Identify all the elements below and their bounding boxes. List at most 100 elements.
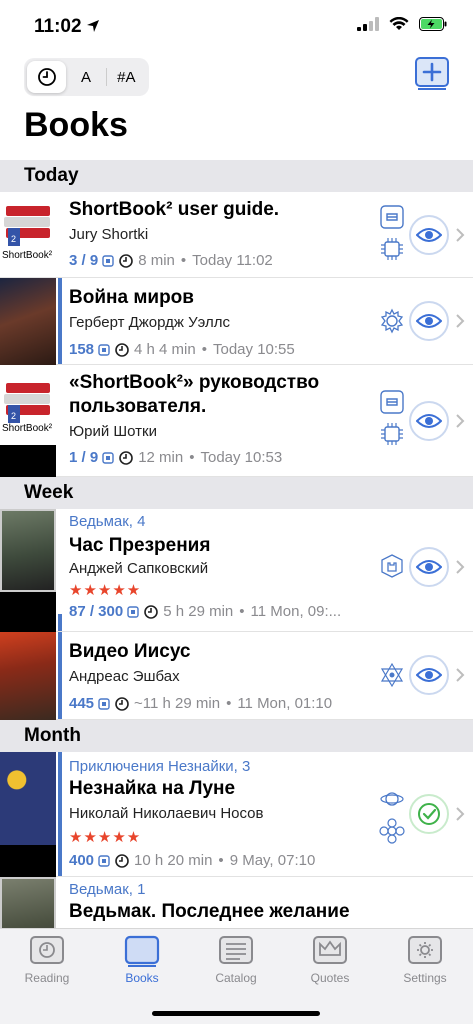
- book-type-icons: [379, 786, 405, 844]
- book-meta: 1 / 9 12 min • Today 10:53: [69, 449, 283, 466]
- book-info: Война миров Герберт Джордж Уэллс 158 4 h…: [69, 286, 403, 358]
- eye-icon: [416, 314, 442, 328]
- book-type-icons: [379, 308, 405, 334]
- book-info: Приключения Незнайки, 3 Незнайка на Луне…: [69, 758, 403, 869]
- reading-tab-icon: [30, 936, 64, 964]
- add-book-button[interactable]: [415, 56, 449, 92]
- page-count: 1 / 9: [69, 449, 99, 466]
- book-cover-shortbook: 2: [0, 375, 56, 447]
- book-cover-war-of-worlds: [0, 278, 56, 365]
- book-meta: 158 4 h 4 min • Today 10:55: [69, 341, 295, 358]
- book-row[interactable]: Приключения Незнайки, 3 Незнайка на Луне…: [0, 752, 473, 877]
- fist-icon: [380, 390, 404, 414]
- cover-caption: ShortBook²: [2, 423, 53, 434]
- book-info: Видео Иисус Андреас Эшбах 445 ~11 h 29 m…: [69, 640, 403, 712]
- page-title: Books: [24, 106, 128, 144]
- cover-bottom: [0, 845, 56, 877]
- last-read-date: 11 Mon, 09:...: [250, 603, 342, 620]
- sort-count-button[interactable]: #A: [107, 61, 146, 93]
- tab-catalog[interactable]: Catalog: [204, 935, 268, 985]
- book-series: Ведьмак, 4: [69, 513, 146, 530]
- books-list[interactable]: Today 2 ShortBook² ShortBook² user guide…: [0, 160, 473, 957]
- timer-icon: [115, 696, 129, 711]
- status-indicators: [357, 17, 447, 31]
- book-meta: 3 / 9 8 min • Today 11:02: [69, 252, 273, 269]
- book-rating: ★★★★★: [69, 829, 142, 846]
- tab-label: Reading: [24, 971, 70, 985]
- star-of-david-eye-icon: [380, 662, 404, 688]
- timer-icon: [119, 253, 133, 268]
- tab-quotes[interactable]: Quotes: [298, 935, 362, 985]
- reading-duration: 5 h 29 min: [163, 603, 234, 620]
- book-row[interactable]: Видео Иисус Андреас Эшбах 445 ~11 h 29 m…: [0, 632, 473, 720]
- book-info: Ведьмак, 1 Ведьмак. Последнее желание: [69, 881, 403, 924]
- book-type-icons: [379, 662, 405, 688]
- page-count: 400: [69, 852, 95, 869]
- status-bar: 11:02: [0, 0, 473, 52]
- reading-status-button[interactable]: [409, 547, 449, 587]
- book-title: «ShortBook²» руководство пользователя.: [69, 372, 320, 417]
- wifi-icon: [389, 17, 409, 30]
- book-row[interactable]: Ведьмак, 4 Час Презрения Анджей Сапковск…: [0, 509, 473, 632]
- book-author: Андреас Эшбах: [69, 668, 180, 685]
- book-title: Война миров: [69, 287, 194, 308]
- book-title: Видео Иисус: [69, 641, 191, 662]
- reading-duration: 12 min: [138, 449, 184, 466]
- finished-status-button[interactable]: [409, 794, 449, 834]
- read-progress-strip: [58, 614, 62, 631]
- book-row[interactable]: 2 ShortBook² «ShortBook²» руководство по…: [0, 365, 473, 477]
- books-tab-icon: [124, 935, 160, 967]
- book-series: Приключения Незнайки, 3: [69, 758, 251, 775]
- cover-bottom: [0, 445, 56, 477]
- section-header-week: Week: [0, 477, 473, 509]
- book-series: Ведьмак, 1: [69, 881, 146, 898]
- book-type-icons: [379, 389, 405, 447]
- svg-text:2: 2: [11, 234, 16, 244]
- tab-reading[interactable]: Reading: [15, 935, 79, 985]
- last-read-date: Today 10:55: [213, 341, 295, 358]
- sort-by-time-button[interactable]: [27, 61, 67, 93]
- book-meta: 400 10 h 20 min • 9 May, 07:10: [69, 852, 316, 869]
- book-title: Ведьмак. Последнее желание: [69, 901, 350, 922]
- sort-alphabet-button[interactable]: A: [66, 61, 105, 93]
- chevron-right-icon: [456, 807, 465, 821]
- book-rating: ★★★★★: [69, 582, 142, 599]
- tab-settings[interactable]: Settings: [393, 935, 457, 985]
- status-time: 11:02: [34, 16, 82, 37]
- timer-icon: [144, 604, 159, 619]
- book-title: ShortBook² user guide.: [69, 199, 280, 220]
- book-meta: 445 ~11 h 29 min • 11 Mon, 01:10: [69, 695, 333, 712]
- last-read-date: Today 11:02: [192, 252, 273, 269]
- tab-label: Books: [125, 971, 159, 985]
- reading-status-button[interactable]: [409, 401, 449, 441]
- book-meta: 87 / 300 5 h 29 min • 11 Mon, 09:...: [69, 603, 342, 620]
- reading-duration: 10 h 20 min: [134, 852, 213, 869]
- chevron-right-icon: [456, 414, 465, 428]
- book-cover-witcher-4: [0, 509, 56, 592]
- page-icon: [127, 605, 139, 618]
- book-title: Час Презрения: [69, 535, 211, 556]
- page-icon: [102, 451, 114, 464]
- check-circle-icon: [418, 803, 440, 825]
- tab-label: Catalog: [215, 971, 257, 985]
- tab-bar: Reading Books Catalog Quotes Settings: [0, 928, 473, 1024]
- tab-label: Quotes: [310, 971, 350, 985]
- section-header-today: Today: [0, 160, 473, 192]
- svg-text:2: 2: [11, 411, 16, 421]
- timer-icon: [115, 853, 129, 868]
- sort-segmented-control: A #A: [24, 58, 149, 96]
- flower-icon: [379, 818, 405, 844]
- book-title: Незнайка на Луне: [69, 778, 236, 799]
- book-row[interactable]: 2 ShortBook² ShortBook² user guide. Jury…: [0, 192, 473, 278]
- book-row[interactable]: Война миров Герберт Джордж Уэллс 158 4 h…: [0, 278, 473, 365]
- reading-status-button[interactable]: [409, 301, 449, 341]
- fist-icon: [380, 205, 404, 229]
- toolbar: A #A: [0, 56, 473, 100]
- timer-icon: [119, 450, 133, 465]
- tab-books[interactable]: Books: [110, 935, 174, 985]
- reading-status-button[interactable]: [409, 215, 449, 255]
- reading-status-button[interactable]: [409, 655, 449, 695]
- last-read-date: Today 10:53: [200, 449, 283, 466]
- page-icon: [98, 697, 110, 710]
- settings-tab-icon: [408, 936, 442, 964]
